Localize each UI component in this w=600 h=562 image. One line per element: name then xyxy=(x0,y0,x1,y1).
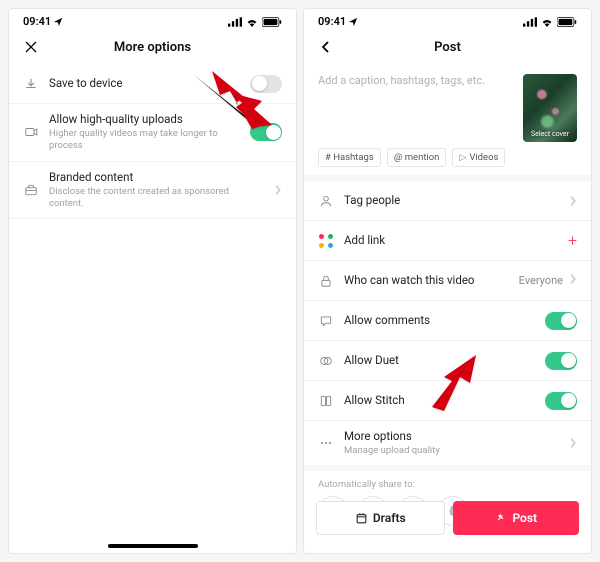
caption-area: Add a caption, hashtags, tags, etc. Sele… xyxy=(304,64,591,148)
select-cover-button[interactable]: Select cover xyxy=(523,74,577,142)
back-button[interactable] xyxy=(314,35,338,59)
row-label: Add link xyxy=(344,233,558,248)
close-icon xyxy=(23,39,39,55)
toggle-comments[interactable] xyxy=(545,312,577,330)
status-bar: 09:41 xyxy=(304,9,591,30)
duet-icon xyxy=(318,353,334,369)
chevron-right-icon xyxy=(569,437,577,449)
toggle-save-device[interactable] xyxy=(250,75,282,93)
row-label: Tag people xyxy=(344,193,559,208)
button-label: Drafts xyxy=(373,511,406,525)
fourdots-icon xyxy=(318,233,334,249)
battery-icon xyxy=(262,17,282,27)
row-add-link[interactable]: Add link + xyxy=(304,221,591,261)
page-title: More options xyxy=(114,40,191,55)
post-options-list: Tag people Add link + Who can watch this… xyxy=(304,181,591,553)
row-sublabel: Manage upload quality xyxy=(344,445,559,457)
row-branded-content[interactable]: Branded content Disclose the content cre… xyxy=(9,162,296,220)
phone-post: 09:41 Post Add a caption, hashtags, tags… xyxy=(303,8,592,554)
wifi-icon xyxy=(245,17,259,27)
chevron-right-icon xyxy=(274,184,282,196)
chip-hashtags[interactable]: # Hashtags xyxy=(318,148,381,167)
status-time: 09:41 xyxy=(318,15,346,28)
row-hq-uploads[interactable]: Allow high-quality uploads Higher qualit… xyxy=(9,104,296,162)
row-allow-stitch[interactable]: Allow Stitch xyxy=(304,381,591,421)
lock-icon xyxy=(318,273,334,289)
post-button[interactable]: Post xyxy=(453,501,580,535)
toggle-duet[interactable] xyxy=(545,352,577,370)
row-label: Save to device xyxy=(49,76,240,91)
row-label: Who can watch this video xyxy=(344,273,509,288)
phone-more-options: 09:41 More options Save to device xyxy=(8,8,297,554)
signal-icon xyxy=(228,17,242,27)
wifi-icon xyxy=(540,17,554,27)
play-icon: ▷ xyxy=(459,153,466,163)
signal-icon xyxy=(523,17,537,27)
privacy-value: Everyone xyxy=(519,274,563,287)
row-sublabel: Disclose the content created as sponsore… xyxy=(49,186,264,211)
cover-label: Select cover xyxy=(531,130,569,142)
row-label: More options xyxy=(344,429,559,444)
battery-icon xyxy=(557,17,577,27)
row-allow-duet[interactable]: Allow Duet xyxy=(304,341,591,381)
page-title: Post xyxy=(434,40,461,55)
row-label: Allow Stitch xyxy=(344,393,535,408)
row-privacy[interactable]: Who can watch this video Everyone xyxy=(304,261,591,301)
row-more-options[interactable]: More options Manage upload quality xyxy=(304,421,591,465)
close-button[interactable] xyxy=(19,35,43,59)
drafts-button[interactable]: Drafts xyxy=(316,501,445,535)
download-icon xyxy=(23,76,39,92)
location-arrow-icon xyxy=(348,17,358,27)
toggle-hq-uploads[interactable] xyxy=(250,123,282,141)
chevron-right-icon xyxy=(569,273,577,288)
nav-bar: More options xyxy=(9,30,296,64)
chevron-left-icon xyxy=(319,40,333,54)
suggestion-chips: # Hashtags @ mention ▷Videos xyxy=(304,148,591,175)
row-label: Allow comments xyxy=(344,313,535,328)
status-bar: 09:41 xyxy=(9,9,296,30)
row-label: Allow high-quality uploads xyxy=(49,112,240,127)
briefcase-icon xyxy=(23,182,39,198)
status-time: 09:41 xyxy=(23,15,51,28)
chip-mention[interactable]: @ mention xyxy=(387,148,447,167)
row-allow-comments[interactable]: Allow comments xyxy=(304,301,591,341)
drafts-icon xyxy=(355,512,368,525)
button-label: Post xyxy=(512,511,537,525)
post-icon xyxy=(494,512,507,525)
share-label: Automatically share to: xyxy=(318,479,577,490)
row-label: Branded content xyxy=(49,170,264,185)
nav-bar: Post xyxy=(304,30,591,64)
row-save-to-device[interactable]: Save to device xyxy=(9,64,296,104)
person-icon xyxy=(318,193,334,209)
plus-icon: + xyxy=(568,231,577,250)
chip-videos[interactable]: ▷Videos xyxy=(452,148,505,167)
toggle-stitch[interactable] xyxy=(545,392,577,410)
row-sublabel: Higher quality videos may take longer to… xyxy=(49,128,240,153)
row-tag-people[interactable]: Tag people xyxy=(304,181,591,221)
video-quality-icon xyxy=(23,124,39,140)
comment-icon xyxy=(318,313,334,329)
location-arrow-icon xyxy=(53,17,63,27)
options-list: Save to device Allow high-quality upload… xyxy=(9,64,296,553)
more-icon xyxy=(318,435,334,451)
row-label: Allow Duet xyxy=(344,353,535,368)
chevron-right-icon xyxy=(569,195,577,207)
home-indicator xyxy=(108,544,198,548)
stitch-icon xyxy=(318,393,334,409)
bottom-actions: Drafts Post xyxy=(304,501,591,535)
caption-input[interactable]: Add a caption, hashtags, tags, etc. xyxy=(318,74,515,142)
